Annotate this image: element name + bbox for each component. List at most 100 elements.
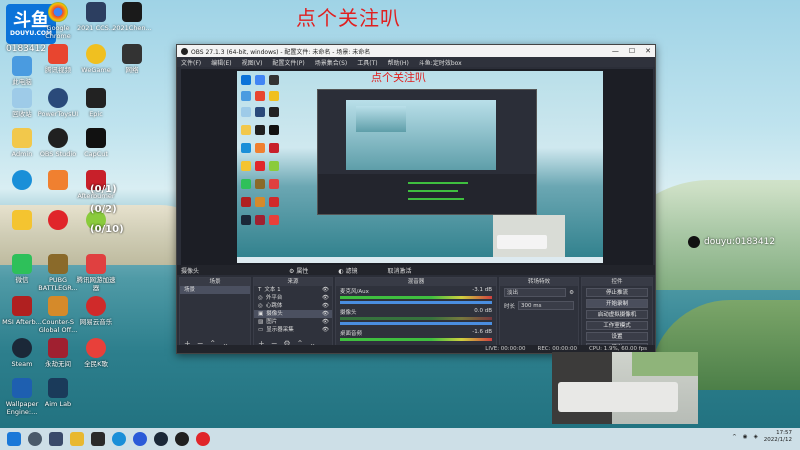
globe-icon: ◎ [258, 303, 263, 309]
network-icon[interactable]: ◉ [743, 434, 748, 440]
scene-item-label: 场景 [184, 287, 196, 293]
monitor-icon: ▭ [258, 327, 264, 333]
obs-window[interactable]: OBS 27.1.3 (64-bit, windows) - 配置文件: 未命名… [176, 44, 656, 354]
taskbar: ^ ◉ ◈ 17:57 2022/1/12 [0, 428, 800, 450]
clock[interactable]: 17:57 2022/1/12 [764, 430, 792, 444]
globe-icon: ◎ [258, 295, 263, 301]
obs-titlebar[interactable]: OBS 27.1.3 (64-bit, windows) - 配置文件: 未命名… [177, 45, 655, 57]
eye-icon[interactable]: 👁 [322, 310, 329, 318]
desktop-icon-ccs[interactable]: 2021Chen... [110, 2, 154, 32]
volume-icon[interactable]: ◈ [754, 434, 758, 440]
source-label: 外平台 [265, 295, 283, 301]
menu-douyu-box[interactable]: 斗鱼:定时效box [419, 58, 462, 67]
track-db: -1.6 dB [472, 329, 492, 335]
preview-canvas[interactable]: 点个关注叭 [237, 71, 603, 263]
settings-button[interactable]: 设置 [586, 332, 648, 341]
source-item[interactable]: T 文本 1 👁 [254, 286, 332, 294]
preview-taskbar [237, 257, 603, 263]
nested-obs-window [317, 89, 537, 215]
close-icon[interactable]: ✕ [645, 47, 651, 55]
menu-tools[interactable]: 工具(T) [357, 58, 377, 67]
desktop-icon-aimlab[interactable]: Aim Lab [36, 378, 80, 408]
desktop-icon-capcut[interactable]: CapCut [74, 128, 118, 158]
source-label: 摄像头 [266, 311, 283, 317]
studio-mode-button[interactable]: 工作室模式 [586, 321, 648, 330]
csgo-icon [48, 296, 68, 316]
source-item[interactable]: ◎ 外平台 👁 [254, 294, 332, 302]
desktop-icon-label: Epic [89, 110, 103, 118]
menu-view[interactable]: 视图(V) [242, 58, 263, 67]
search-icon[interactable] [28, 432, 42, 446]
obs-icon [48, 128, 68, 148]
overlay-counter-1: (0/1) [90, 184, 117, 195]
eye-icon[interactable]: 👁 [322, 318, 329, 326]
file-explorer-icon[interactable] [70, 432, 84, 446]
menu-profile[interactable]: 配置文件(P) [272, 58, 304, 67]
menu-help[interactable]: 帮助(H) [388, 58, 409, 67]
source-item[interactable]: ◎ 心跳体 👁 [254, 302, 332, 310]
store-icon[interactable] [91, 432, 105, 446]
volume-slider[interactable] [340, 301, 492, 304]
obs-icon[interactable] [175, 432, 189, 446]
deactivate-button[interactable]: 取消激活 [388, 266, 412, 275]
source-item[interactable]: ▭ 显示器采集 👁 [254, 326, 332, 334]
desktop-icon-accelerator[interactable]: 腾讯网游加速器 [74, 254, 118, 292]
music-icon [48, 210, 68, 230]
source-item[interactable]: ▣ 摄像头 👁 [254, 310, 332, 318]
source-item[interactable]: ▨ 图片 👁 [254, 318, 332, 326]
start-recording-button[interactable]: 开始录制 [586, 299, 648, 308]
duration-input[interactable]: 300 ms [518, 301, 574, 310]
volume-slider[interactable] [340, 322, 492, 325]
nested-docks [318, 174, 536, 214]
obs-preview-area[interactable]: 点个关注叭 [181, 69, 653, 265]
menu-edit[interactable]: 编辑(E) [211, 58, 231, 67]
gear-icon[interactable]: ⚙ [569, 290, 574, 296]
music-icon[interactable] [196, 432, 210, 446]
app-icon[interactable] [133, 432, 147, 446]
desktop-icon-label: 此电脑 [12, 78, 32, 86]
scene-item[interactable]: 场景 [180, 286, 250, 294]
start-virtual-camera-button[interactable]: 启动虚拟摄像机 [586, 310, 648, 319]
task-view-icon[interactable] [49, 432, 63, 446]
track-name: 桌面音频 [340, 331, 363, 337]
webcam-overlay [552, 352, 698, 424]
steam-icon[interactable] [154, 432, 168, 446]
tiktok-watermark: douyu:0183412 [688, 236, 775, 248]
desktop-icon-label: 网易云音乐 [79, 318, 113, 326]
desktop-icon-kge[interactable]: 全民K歌 [74, 338, 118, 368]
tiktok-icon [688, 236, 700, 248]
mixer-track: 摄像头 0.0 dB [336, 307, 496, 328]
stop-streaming-button[interactable]: 停止推流 [586, 288, 648, 297]
filters-label: 滤镜 [345, 267, 358, 275]
mixer-dock-title: 混音器 [336, 278, 496, 286]
eye-icon[interactable]: 👁 [322, 302, 329, 310]
chevron-up-icon[interactable]: ^ [732, 434, 737, 440]
windows-start-icon[interactable] [7, 432, 21, 446]
controls-dock-title: 控件 [582, 278, 652, 286]
transitions-dock: 转场特效 淡出 ⚙ 时长 300 ms [499, 277, 579, 351]
edge-icon[interactable] [112, 432, 126, 446]
epic-icon [86, 88, 106, 108]
menu-scene-collection[interactable]: 场景集合(S) [315, 58, 348, 67]
desktop-icon-chen[interactable]: 网络 [110, 44, 154, 74]
recycle-bin-icon [12, 88, 32, 108]
desktop-icon-cloudmusic[interactable]: 网易云音乐 [74, 296, 118, 326]
eye-icon[interactable]: 👁 [322, 294, 329, 302]
minimize-icon[interactable]: — [612, 47, 619, 55]
filters-button[interactable]: ◐ 滤镜 [338, 266, 357, 275]
eye-icon[interactable]: 👁 [322, 326, 329, 334]
obs-app-icon [181, 47, 188, 55]
tiktok-handle: douyu:0183412 [704, 237, 776, 247]
preview-desktop-icons [237, 71, 297, 241]
edge-icon [12, 170, 32, 190]
menu-file[interactable]: 文件(F) [181, 58, 201, 67]
desktop-icon-epic[interactable]: Epic [74, 88, 118, 118]
system-tray: ^ ◉ ◈ 17:57 2022/1/12 [732, 430, 792, 444]
properties-button[interactable]: ⚙ 属性 [289, 266, 308, 275]
maximize-icon[interactable]: ☐ [629, 47, 635, 55]
desktop-icon-orange-app[interactable] [36, 170, 80, 192]
eye-icon[interactable]: 👁 [322, 286, 329, 294]
music-icon [86, 296, 106, 316]
desktop-icon-label: 网络 [125, 66, 139, 74]
transition-select[interactable]: 淡出 [504, 288, 567, 297]
